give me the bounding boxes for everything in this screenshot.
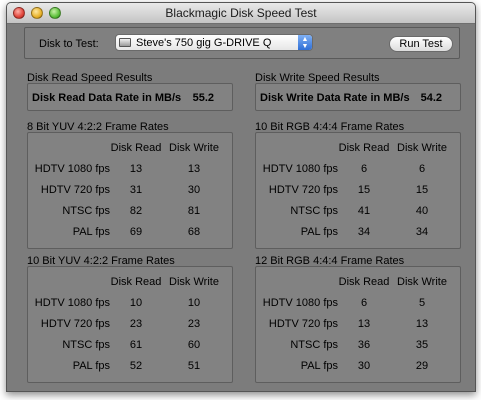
row-label: HDTV 1080 fps	[34, 297, 110, 309]
col-disk-read: Disk Read	[338, 142, 390, 154]
write-value: 34	[415, 226, 429, 238]
write-value: 6	[418, 163, 426, 175]
table-row: NTSC fps 41 40	[256, 205, 460, 219]
write-value: 40	[415, 205, 429, 217]
write-value: 13	[415, 318, 429, 330]
write-value: 68	[187, 226, 201, 238]
read-value: 34	[357, 226, 371, 238]
write-value: 81	[187, 205, 201, 217]
row-label: HDTV 1080 fps	[34, 163, 110, 175]
row-label: PAL fps	[72, 226, 110, 238]
frame-rates-10bit-rgb: Disk Read Disk Write HDTV 1080 fps 6 6 HDT…	[255, 132, 461, 249]
row-label: HDTV 1080 fps	[262, 163, 338, 175]
write-value: 10	[187, 297, 201, 309]
write-value: 35	[415, 339, 429, 351]
disk-to-test-label: Disk to Test:	[39, 38, 99, 50]
table-row: NTSC fps 82 81	[28, 205, 232, 219]
read-value: 13	[357, 318, 371, 330]
run-test-button[interactable]: Run Test	[389, 36, 453, 52]
row-label: HDTV 720 fps	[268, 318, 338, 330]
write-rate-label: Disk Write Data Rate in MB/s	[260, 92, 410, 104]
write-value: 29	[415, 360, 429, 372]
read-value: 6	[360, 297, 368, 309]
disk-select-value: Steve's 750 gig G-DRIVE Q	[136, 37, 272, 49]
table-row: PAL fps 30 29	[256, 360, 460, 374]
table-row: HDTV 720 fps 15 15	[256, 184, 460, 198]
row-label: HDTV 1080 fps	[262, 297, 338, 309]
col-disk-read: Disk Read	[338, 276, 390, 288]
write-value: 51	[187, 360, 201, 372]
chevron-updown-icon: ▲ ▼	[298, 35, 312, 50]
col-disk-write: Disk Write	[169, 276, 219, 288]
frame-rates-12bit-rgb: Disk Read Disk Write HDTV 1080 fps 6 5 HDT…	[255, 266, 461, 383]
table-row: NTSC fps 36 35	[256, 339, 460, 353]
read-rate-label: Disk Read Data Rate in MB/s	[32, 92, 182, 104]
write-value: 30	[187, 184, 201, 196]
read-value: 15	[357, 184, 371, 196]
row-label: NTSC fps	[290, 339, 338, 351]
read-value: 13	[129, 163, 143, 175]
read-value: 6	[360, 163, 368, 175]
row-label: NTSC fps	[290, 205, 338, 217]
frame-rates-8bit-yuv: Disk Read Disk Write HDTV 1080 fps 13 13 H…	[27, 132, 233, 249]
read-value: 41	[357, 205, 371, 217]
read-value: 10	[129, 297, 143, 309]
row-label: PAL fps	[300, 226, 338, 238]
table-row: HDTV 1080 fps 6 6	[256, 163, 460, 177]
read-value: 23	[129, 318, 143, 330]
col-disk-write: Disk Write	[169, 142, 219, 154]
row-label: HDTV 720 fps	[40, 184, 110, 196]
title-bar: Blackmagic Disk Speed Test	[7, 3, 475, 24]
row-label: NTSC fps	[62, 205, 110, 217]
disk-select[interactable]: Steve's 750 gig G-DRIVE Q ▲ ▼	[115, 34, 313, 51]
col-disk-read: Disk Read	[110, 142, 162, 154]
write-value: 23	[187, 318, 201, 330]
write-value: 60	[187, 339, 201, 351]
col-disk-read: Disk Read	[110, 276, 162, 288]
frame-rates-10bit-yuv: Disk Read Disk Write HDTV 1080 fps 10 10 H…	[27, 266, 233, 383]
read-value: 82	[129, 205, 143, 217]
write-value: 5	[418, 297, 426, 309]
col-disk-write: Disk Write	[397, 142, 447, 154]
row-label: PAL fps	[72, 360, 110, 372]
write-value: 13	[187, 163, 201, 175]
read-value: 61	[129, 339, 143, 351]
app-window: Blackmagic Disk Speed Test Disk to Test:…	[6, 2, 476, 392]
col-disk-write: Disk Write	[397, 276, 447, 288]
drive-icon	[119, 38, 131, 47]
table-row: HDTV 720 fps 13 13	[256, 318, 460, 332]
table-row: PAL fps 52 51	[28, 360, 232, 374]
table-row: NTSC fps 61 60	[28, 339, 232, 353]
write-value: 15	[415, 184, 429, 196]
read-rate-value: 55.2	[192, 92, 214, 104]
row-label: HDTV 720 fps	[268, 184, 338, 196]
row-label: PAL fps	[300, 360, 338, 372]
read-value: 31	[129, 184, 143, 196]
read-value: 36	[357, 339, 371, 351]
read-rate-box: Disk Read Data Rate in MB/s 55.2	[27, 83, 233, 111]
table-row: HDTV 1080 fps 6 5	[256, 297, 460, 311]
write-rate-value: 54.2	[420, 92, 442, 104]
table-row: HDTV 1080 fps 13 13	[28, 163, 232, 177]
disk-selection-panel: Disk to Test: Steve's 750 gig G-DRIVE Q …	[24, 27, 460, 59]
table-row: HDTV 720 fps 31 30	[28, 184, 232, 198]
table-row: PAL fps 69 68	[28, 226, 232, 240]
table-row: HDTV 720 fps 23 23	[28, 318, 232, 332]
window-title: Blackmagic Disk Speed Test	[165, 6, 317, 20]
row-label: HDTV 720 fps	[40, 318, 110, 330]
read-value: 30	[357, 360, 371, 372]
row-label: NTSC fps	[62, 339, 110, 351]
table-row: PAL fps 34 34	[256, 226, 460, 240]
read-value: 69	[129, 226, 143, 238]
read-value: 52	[129, 360, 143, 372]
table-row: HDTV 1080 fps 10 10	[28, 297, 232, 311]
write-rate-box: Disk Write Data Rate in MB/s 54.2	[255, 83, 461, 111]
